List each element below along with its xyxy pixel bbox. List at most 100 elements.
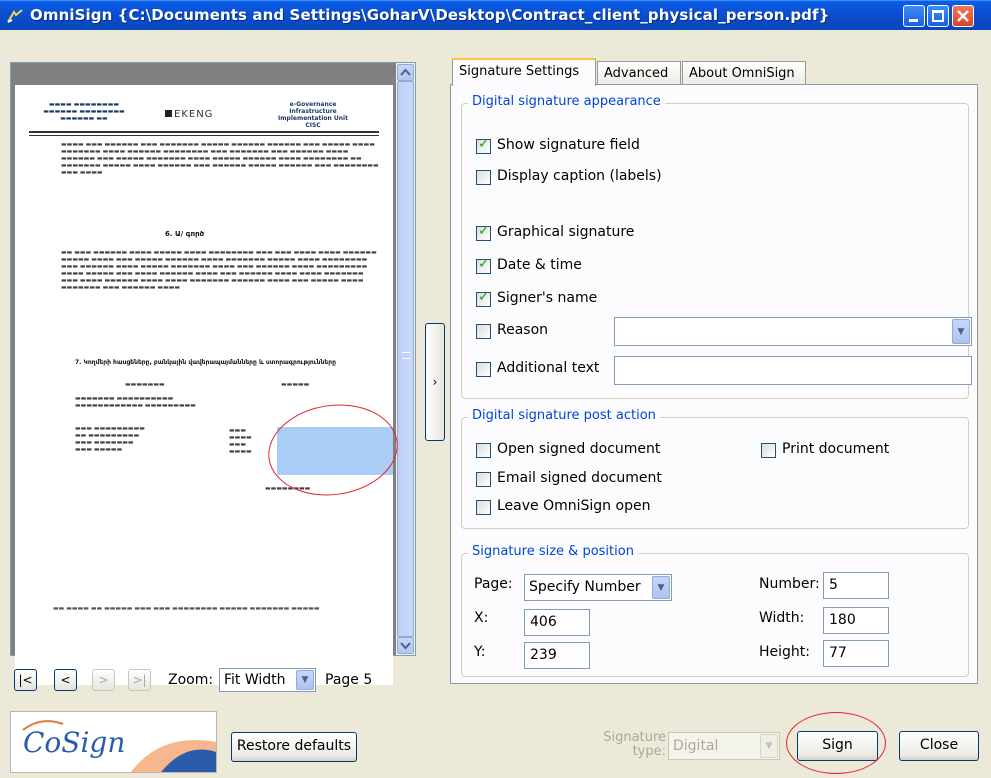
ekeng-logo: EKENG — [165, 109, 213, 120]
maximize-button[interactable] — [927, 5, 949, 27]
display-caption-checkbox[interactable] — [476, 170, 491, 185]
open-signed-label[interactable]: Open signed document — [497, 441, 660, 457]
additional-text-input[interactable] — [614, 356, 972, 385]
collapse-panel-button[interactable]: › — [425, 323, 445, 441]
doc-header-left: ▬▬▬▬ ▬▬▬▬▬▬▬▬ ▬▬▬▬▬▬ ▬▬▬▬▬▬▬▬ ▬▬▬▬▬▬ ▬▬ — [43, 101, 125, 122]
graphical-label[interactable]: Graphical signature — [497, 224, 634, 240]
size-position-legend: Signature size & position — [468, 544, 638, 559]
preview-scrollbar[interactable] — [396, 63, 415, 655]
page-mode-value: Specify Number — [529, 579, 641, 595]
next-page-button[interactable]: > — [92, 669, 115, 691]
maximize-icon — [932, 10, 944, 22]
signature-type-label: Signature type: — [603, 730, 666, 759]
dropdown-arrow-icon: ▼ — [296, 670, 314, 690]
signature-type-value: Digital — [673, 738, 719, 754]
pdf-page: ▬▬▬▬ ▬▬▬▬▬▬▬▬ ▬▬▬▬▬▬ ▬▬▬▬▬▬▬▬ ▬▬▬▬▬▬ ▬▬ EK… — [15, 85, 393, 685]
prev-page-button[interactable]: < — [54, 669, 77, 691]
signer-name-checkbox[interactable] — [476, 289, 491, 307]
dropdown-arrow-icon: ▼ — [760, 734, 778, 758]
document-preview[interactable]: ▬▬▬▬ ▬▬▬▬▬▬▬▬ ▬▬▬▬▬▬ ▬▬▬▬▬▬▬▬ ▬▬▬▬▬▬ ▬▬ EK… — [10, 62, 416, 685]
minimize-button[interactable] — [903, 5, 925, 27]
leave-open-checkbox[interactable] — [476, 500, 491, 515]
reason-label[interactable]: Reason — [497, 322, 548, 338]
datetime-label[interactable]: Date & time — [497, 257, 582, 273]
post-action-group: Digital signature post action Open signe… — [461, 408, 969, 529]
post-action-legend: Digital signature post action — [468, 408, 660, 423]
grip-icon — [402, 352, 410, 359]
minimize-icon — [909, 19, 918, 22]
doc-rule-2 — [29, 135, 379, 136]
y-label: Y: — [474, 644, 486, 660]
first-page-icon: |< — [18, 673, 33, 687]
chevron-right-icon: › — [432, 375, 438, 389]
title-bar[interactable]: OmniSign {C:\Documents and Settings\Goha… — [0, 0, 991, 30]
signer-name-label[interactable]: Signer's name — [497, 290, 597, 306]
print-document-checkbox[interactable] — [761, 443, 776, 458]
chevron-down-icon — [400, 642, 411, 650]
doc-section-title: 7. Կողմերի հասցեները, բանկային վավերապայ… — [75, 359, 336, 366]
x-label: X: — [474, 610, 489, 626]
doc-heading: 6. Ա/ գործ — [165, 231, 205, 238]
zoom-label: Zoom: — [168, 672, 214, 688]
print-document-label[interactable]: Print document — [782, 441, 889, 457]
dropdown-arrow-icon: ▼ — [952, 319, 970, 344]
height-input[interactable]: 77 — [823, 640, 889, 667]
number-input[interactable]: 5 — [823, 572, 889, 599]
close-button[interactable]: Close — [899, 731, 979, 761]
page-label: Page: — [474, 576, 513, 592]
graphical-checkbox[interactable] — [476, 223, 491, 241]
doc-paragraph: ▬▬▬▬ ▬▬▬ ▬▬▬▬▬▬ ▬▬▬ ▬▬▬▬▬▬▬ ▬▬▬▬▬ ▬▬▬▬▬▬… — [61, 141, 379, 176]
close-window-button[interactable] — [952, 5, 974, 27]
width-input[interactable]: 180 — [823, 607, 889, 634]
zoom-value: Fit Width — [224, 672, 286, 688]
scroll-down-button[interactable] — [397, 637, 414, 654]
y-input[interactable]: 239 — [524, 642, 590, 669]
page-indicator: Page 5 — [325, 672, 373, 688]
tab-signature-settings[interactable]: Signature Settings — [452, 58, 596, 86]
scroll-thumb[interactable] — [397, 81, 414, 637]
datetime-checkbox[interactable] — [476, 256, 491, 274]
display-caption-label[interactable]: Display caption (labels) — [497, 168, 662, 184]
highlight-ellipse-sign — [786, 712, 886, 774]
size-position-group: Signature size & position Page: Specify … — [461, 544, 969, 677]
cosign-logo: CoSign — [10, 711, 217, 773]
dropdown-arrow-icon: ▼ — [652, 576, 670, 599]
doc-header-right: e-Governance Infrastructure Implementati… — [278, 101, 348, 127]
signature-type-select[interactable]: Digital ▼ — [668, 732, 780, 760]
chevron-right-icon: > — [98, 673, 109, 687]
appearance-group: Digital signature appearance Show signat… — [461, 94, 972, 399]
email-signed-checkbox[interactable] — [476, 472, 491, 487]
number-label: Number: — [759, 576, 820, 592]
zoom-select[interactable]: Fit Width ▼ — [219, 668, 316, 692]
reason-checkbox[interactable] — [476, 324, 491, 339]
doc-paragraph-2: ▬▬ ▬▬▬ ▬▬▬▬▬▬ ▬▬▬▬ ▬▬▬▬▬ ▬▬▬▬ ▬▬▬▬▬▬▬▬ ▬… — [61, 249, 377, 291]
tab-advanced[interactable]: Advanced — [597, 61, 681, 85]
restore-defaults-button[interactable]: Restore defaults — [231, 732, 357, 762]
open-signed-checkbox[interactable] — [476, 443, 491, 458]
page-mode-select[interactable]: Specify Number ▼ — [524, 574, 672, 601]
leave-open-label[interactable]: Leave OmniSign open — [497, 498, 650, 514]
chevron-up-icon — [400, 68, 411, 76]
doc-rule — [29, 131, 379, 133]
height-label: Height: — [759, 644, 810, 660]
last-page-button[interactable]: >| — [128, 669, 151, 691]
close-icon — [957, 10, 969, 22]
width-label: Width: — [759, 610, 805, 626]
omnisign-app-icon — [7, 9, 23, 23]
signature-settings-panel: Digital signature appearance Show signat… — [450, 84, 978, 684]
tab-about-omnisign[interactable]: About OmniSign — [682, 61, 806, 85]
show-field-checkbox[interactable] — [476, 136, 491, 154]
x-input[interactable]: 406 — [524, 609, 590, 636]
reason-select[interactable]: ▼ — [614, 317, 972, 346]
email-signed-label[interactable]: Email signed document — [497, 470, 662, 486]
chevron-left-icon: < — [60, 673, 71, 687]
last-page-icon: >| — [132, 673, 147, 687]
appearance-legend: Digital signature appearance — [468, 94, 665, 109]
additional-text-checkbox[interactable] — [476, 362, 491, 377]
window-title: OmniSign {C:\Documents and Settings\Goha… — [30, 6, 830, 24]
show-field-label[interactable]: Show signature field — [497, 137, 640, 153]
first-page-button[interactable]: |< — [14, 669, 37, 691]
additional-text-label[interactable]: Additional text — [497, 360, 599, 376]
scroll-up-button[interactable] — [397, 64, 414, 81]
cosign-logo-text: CoSign — [23, 726, 126, 759]
